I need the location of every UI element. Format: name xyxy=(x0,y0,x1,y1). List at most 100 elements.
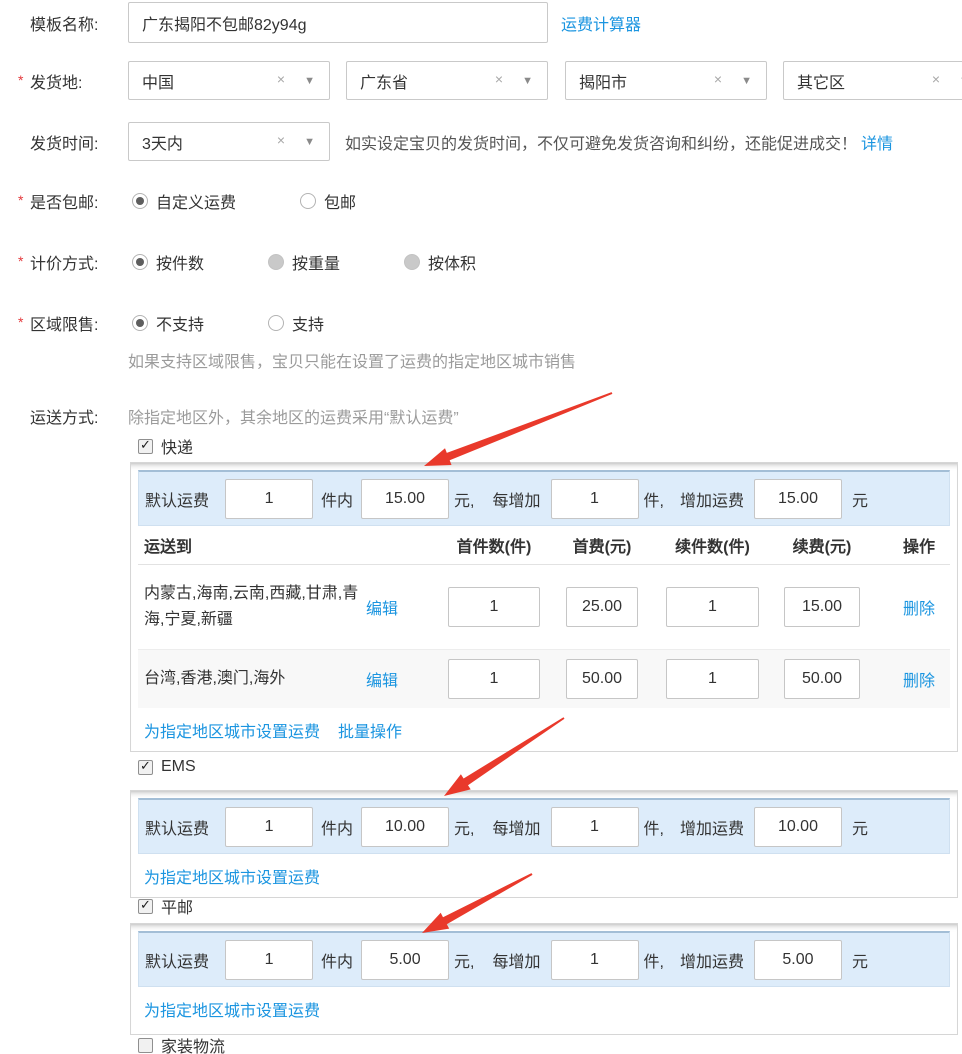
clear-icon[interactable]: × xyxy=(277,133,285,147)
clear-icon[interactable]: × xyxy=(932,72,940,86)
radio-label: 按件数 xyxy=(156,250,204,274)
radio-option-by-weight[interactable]: 按重量 xyxy=(268,250,340,274)
origin-district-value: 其它区 xyxy=(797,69,845,93)
checkbox-row-surface-mail[interactable]: ✓ 平邮 xyxy=(138,897,193,915)
ems-fee-panel: 默认运费 1 件内 10.00 元, 每增加 1 件, 增加运费 10.00 元… xyxy=(130,790,958,898)
ems-default-fee-input[interactable]: 10.00 xyxy=(361,807,449,847)
caret-down-icon[interactable]: ▼ xyxy=(304,76,315,87)
next-qty-input[interactable]: 1 xyxy=(666,659,759,699)
first-fee-input[interactable]: 25.00 xyxy=(566,587,638,627)
edit-link[interactable]: 编辑 xyxy=(366,667,398,691)
surface-default-fee-input[interactable]: 5.00 xyxy=(361,940,449,980)
express-add-qty-input[interactable]: 1 xyxy=(551,479,639,519)
template-name-row: 模板名称: 广东揭阳不包邮82y94g 运费计算器 xyxy=(0,2,641,43)
batch-operation-link[interactable]: 批量操作 xyxy=(338,718,402,742)
radio-icon[interactable] xyxy=(300,193,316,209)
radio-option-by-piece[interactable]: 按件数 xyxy=(132,250,204,274)
ems-default-fee-row: 默认运费 1 件内 10.00 元, 每增加 1 件, 增加运费 10.00 元 xyxy=(138,798,950,854)
edit-link[interactable]: 编辑 xyxy=(366,595,398,619)
surface-mail-fee-panel: 默认运费 1 件内 5.00 元, 每增加 1 件, 增加运费 5.00 元 为… xyxy=(130,923,958,1035)
radio-icon[interactable] xyxy=(268,254,284,270)
method-label-express: 快递 xyxy=(161,434,193,458)
radio-icon[interactable] xyxy=(404,254,420,270)
checkbox-row-ems[interactable]: ✓ EMS xyxy=(138,758,196,776)
express-default-qty-input[interactable]: 1 xyxy=(225,479,313,519)
set-region-fee-link[interactable]: 为指定地区城市设置运费 xyxy=(144,864,320,888)
region-limit-label: * 区域限售: xyxy=(0,311,128,335)
radio-icon[interactable] xyxy=(132,193,148,209)
surface-add-qty-input[interactable]: 1 xyxy=(551,940,639,980)
required-mark: * xyxy=(18,192,23,208)
checkbox-row-home-logistics[interactable]: ✓ 家装物流 xyxy=(138,1036,225,1054)
ship-time-row: 发货时间: 3天内 × ▼ 如实设定宝贝的发货时间，不仅可避免发货咨询和纠纷，还… xyxy=(0,122,893,161)
clear-icon[interactable]: × xyxy=(277,72,285,86)
ems-add-fee-input[interactable]: 10.00 xyxy=(754,807,842,847)
express-fee-panel: 默认运费 1 件内 15.00 元, 每增加 1 件, 增加运费 15.00 元… xyxy=(130,462,958,752)
next-qty-input[interactable]: 1 xyxy=(666,587,759,627)
express-default-fee-input[interactable]: 15.00 xyxy=(361,479,449,519)
region-list: 内蒙古,海南,云南,西藏,甘肃,青海,宁夏,新疆 xyxy=(144,581,360,633)
free-ship-row: * 是否包邮: 自定义运费 包邮 xyxy=(0,191,420,211)
first-fee-input[interactable]: 50.00 xyxy=(566,659,638,699)
required-mark: * xyxy=(18,72,23,88)
pricing-label: * 计价方式: xyxy=(0,250,128,274)
template-name-input[interactable]: 广东揭阳不包邮82y94g xyxy=(128,2,548,43)
caret-down-icon[interactable]: ▼ xyxy=(522,76,533,87)
clear-icon[interactable]: × xyxy=(495,72,503,86)
delete-link[interactable]: 删除 xyxy=(903,595,935,619)
radio-option-support[interactable]: 支持 xyxy=(268,311,324,335)
radio-label: 按体积 xyxy=(428,250,476,274)
set-region-fee-link[interactable]: 为指定地区城市设置运费 xyxy=(144,997,320,1021)
surface-add-fee-input[interactable]: 5.00 xyxy=(754,940,842,980)
add-fee-label: 增加运费 xyxy=(680,815,744,839)
ems-default-qty-input[interactable]: 1 xyxy=(225,807,313,847)
template-name-value: 广东揭阳不包邮82y94g xyxy=(142,11,307,35)
delete-link[interactable]: 删除 xyxy=(903,667,935,691)
origin-province-value: 广东省 xyxy=(360,69,408,93)
radio-option-by-volume[interactable]: 按体积 xyxy=(404,250,476,274)
radio-option-free-post[interactable]: 包邮 xyxy=(300,189,356,213)
shipping-method-row: 运送方式: 除指定地区外，其余地区的运费采用“默认运费” xyxy=(0,406,459,426)
radio-icon[interactable] xyxy=(268,315,284,331)
caret-down-icon[interactable]: ▼ xyxy=(741,76,752,87)
surface-default-qty-input[interactable]: 1 xyxy=(225,940,313,980)
origin-country-value: 中国 xyxy=(142,69,174,93)
piece-label: 件, xyxy=(644,815,664,839)
set-region-fee-link[interactable]: 为指定地区城市设置运费 xyxy=(144,718,320,742)
checkbox-home-logistics[interactable]: ✓ xyxy=(138,1038,153,1053)
caret-down-icon[interactable]: ▼ xyxy=(304,137,315,148)
express-default-fee-row: 默认运费 1 件内 15.00 元, 每增加 1 件, 增加运费 15.00 元 xyxy=(138,470,950,526)
freight-calculator-link[interactable]: 运费计算器 xyxy=(561,11,641,35)
every-add-label: 每增加 xyxy=(492,948,540,972)
region-limit-tip: 如果支持区域限售，宝贝只能在设置了运费的指定地区城市销售 xyxy=(128,350,576,370)
required-mark: * xyxy=(18,253,23,269)
within-label: 件内 xyxy=(321,815,353,839)
first-qty-input[interactable]: 1 xyxy=(448,587,540,627)
radio-icon[interactable] xyxy=(132,315,148,331)
header-ship-to: 运送到 xyxy=(144,533,448,557)
first-qty-input[interactable]: 1 xyxy=(448,659,540,699)
next-fee-input[interactable]: 15.00 xyxy=(784,587,860,627)
checkbox-surface-mail[interactable]: ✓ xyxy=(138,899,153,914)
origin-select-district[interactable]: 其它区 × ▼ xyxy=(783,61,962,100)
next-fee-input[interactable]: 50.00 xyxy=(784,659,860,699)
pricing-row: * 计价方式: 按件数 按重量 按体积 xyxy=(0,252,540,272)
surface-mail-default-fee-row: 默认运费 1 件内 5.00 元, 每增加 1 件, 增加运费 5.00 元 xyxy=(138,931,950,987)
default-fee-label: 默认运费 xyxy=(145,948,209,972)
ship-time-select[interactable]: 3天内 × ▼ xyxy=(128,122,330,161)
ship-time-detail-link[interactable]: 详情 xyxy=(861,130,893,154)
origin-select-province[interactable]: 广东省 × ▼ xyxy=(346,61,548,100)
add-fee-label: 增加运费 xyxy=(680,487,744,511)
every-add-label: 每增加 xyxy=(492,815,540,839)
ems-add-qty-input[interactable]: 1 xyxy=(551,807,639,847)
radio-option-custom-fee[interactable]: 自定义运费 xyxy=(132,189,236,213)
origin-select-country[interactable]: 中国 × ▼ xyxy=(128,61,330,100)
checkbox-express[interactable]: ✓ xyxy=(138,439,153,454)
checkbox-ems[interactable]: ✓ xyxy=(138,760,153,775)
checkbox-row-express[interactable]: ✓ 快递 xyxy=(138,437,193,455)
origin-select-city[interactable]: 揭阳市 × ▼ xyxy=(565,61,767,100)
clear-icon[interactable]: × xyxy=(714,72,722,86)
radio-icon[interactable] xyxy=(132,254,148,270)
express-add-fee-input[interactable]: 15.00 xyxy=(754,479,842,519)
radio-option-not-support[interactable]: 不支持 xyxy=(132,311,204,335)
